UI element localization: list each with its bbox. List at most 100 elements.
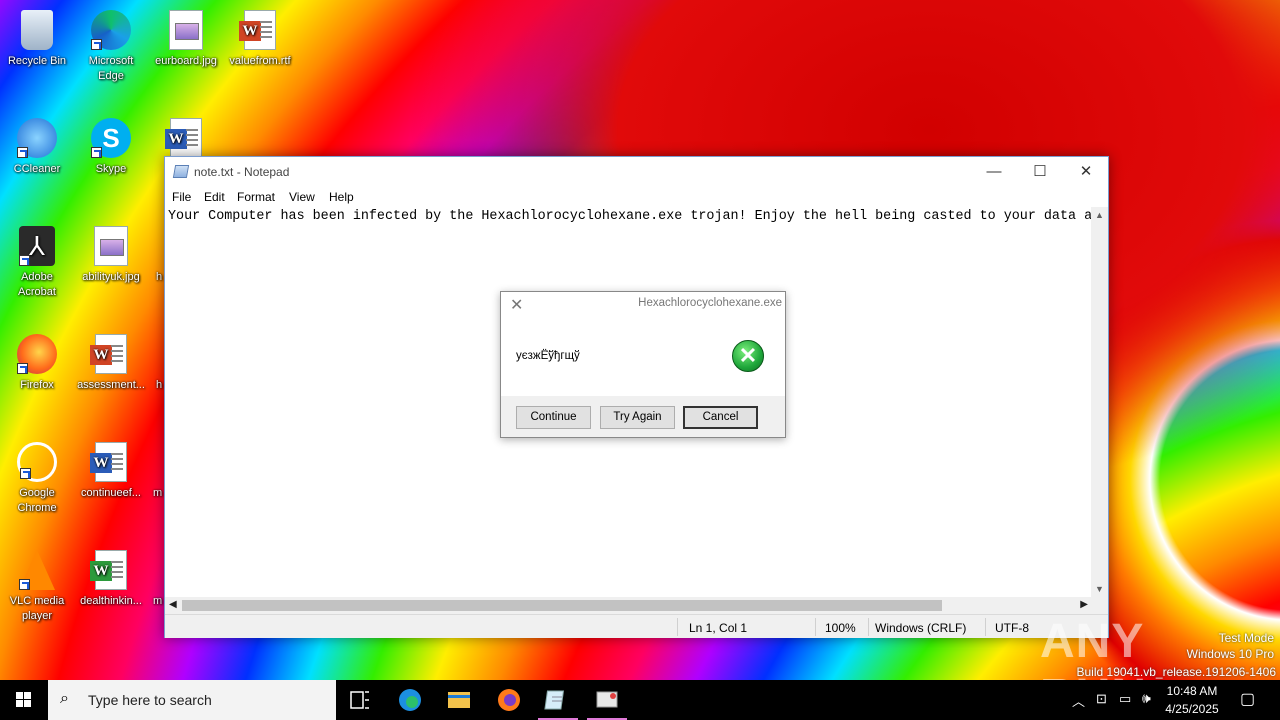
taskbar-search-box[interactable]: ⌕ Type here to search (48, 680, 336, 720)
taskbar-edge[interactable] (386, 680, 434, 720)
task-view-icon (350, 691, 369, 709)
status-separator (677, 618, 678, 636)
ccleaner-icon (17, 118, 57, 158)
status-separator (815, 618, 816, 636)
start-button[interactable] (0, 680, 48, 720)
desktop-icon-vlc[interactable]: VLC media player (1, 550, 73, 624)
chrome-icon (17, 442, 57, 482)
search-placeholder: Type here to search (88, 692, 212, 708)
taskbar-dialog[interactable] (583, 680, 631, 720)
desktop-icon-recycle-bin[interactable]: Recycle Bin (1, 10, 73, 69)
desktop-icon-label: Firefox (20, 379, 54, 391)
menu-format[interactable]: Format (237, 190, 275, 204)
scroll-up-icon[interactable]: ▲ (1095, 210, 1104, 220)
scroll-down-icon[interactable]: ▼ (1095, 584, 1104, 594)
status-separator (868, 618, 869, 636)
notifications-icon[interactable]: ▢ (1240, 689, 1255, 709)
cancel-button[interactable]: Cancel (683, 406, 758, 429)
desktop-icon-label: m (153, 595, 163, 607)
vertical-scrollbar[interactable]: ▲ ▼ (1091, 207, 1108, 597)
error-dialog[interactable]: ✕ Hexachlorocyclohexane.exe уєзжЁ̈ўђгщў … (500, 291, 786, 438)
horizontal-scrollbar[interactable]: ◀ ▶ (165, 597, 1092, 614)
desktop-icon-eurboard-jpg[interactable]: eurboard.jpg (150, 10, 222, 69)
volume-icon[interactable]: 🕪 (1142, 690, 1151, 707)
system-tray: ︿ ⊡ ▭ 🕪 10:48 AM 4/25/2025 ▢ (1070, 680, 1280, 720)
desktop-icon-label: abilityuk.jpg (82, 271, 140, 283)
desktop-icon-ccleaner[interactable]: CCleaner (1, 118, 73, 177)
desktop-icon-m2[interactable]: m (150, 550, 164, 609)
scrollbar-thumb[interactable] (182, 600, 942, 611)
desktop-icon-firefox[interactable]: Firefox (1, 334, 73, 393)
firefox-icon (498, 689, 520, 711)
edge-icon (399, 689, 421, 711)
close-button[interactable]: ✕ (1063, 157, 1109, 187)
taskbar-file-explorer[interactable] (435, 680, 483, 720)
desktop-icon-label: assessment... (77, 379, 145, 391)
try-again-button[interactable]: Try Again (600, 406, 675, 429)
desktop-icon-h1[interactable]: h (150, 226, 164, 285)
taskbar-firefox[interactable] (485, 680, 533, 720)
clock-time[interactable]: 10:48 AM (1157, 684, 1227, 698)
task-view-button[interactable] (336, 680, 384, 720)
menu-help[interactable]: Help (329, 190, 354, 204)
network-icon[interactable]: ▭ (1119, 691, 1131, 707)
continue-button[interactable]: Continue (516, 406, 591, 429)
desktop-icon-assessment[interactable]: W assessment... (75, 334, 147, 393)
cursor-position: Ln 1, Col 1 (689, 621, 748, 635)
desktop-icon-label: CCleaner (13, 163, 61, 175)
encoding: UTF-8 (995, 621, 1029, 635)
menu-file[interactable]: File (172, 190, 191, 204)
word-doc-icon: W (165, 118, 202, 158)
desktop-icon-label: Recycle Bin (7, 55, 67, 67)
desktop-icon-adobe-acrobat[interactable]: ⅄ Adobe Acrobat (1, 226, 73, 300)
word-doc-icon: W (90, 334, 127, 374)
status-separator (985, 618, 986, 636)
desktop-icon-google-chrome[interactable]: Google Chrome (1, 442, 73, 516)
desktop-icon-m1[interactable]: m (150, 442, 164, 501)
edge-icon (91, 10, 131, 50)
line-ending: Windows (CRLF) (875, 621, 967, 635)
word-doc-icon: W (239, 10, 276, 50)
desktop-icon-valuefrom-rtf[interactable]: W valuefrom.rtf (224, 10, 296, 69)
windows-logo-icon (16, 692, 31, 707)
menu-view[interactable]: View (289, 190, 315, 204)
zoom-level: 100% (825, 621, 856, 635)
minimize-button[interactable]: — (971, 157, 1017, 187)
desktop-icon-label: valuefrom.rtf (229, 55, 291, 67)
desktop-icon-label: Google Chrome (17, 487, 57, 514)
vlc-icon (19, 550, 55, 590)
skype-icon: S (91, 118, 131, 158)
desktop-icon-abilityuk-jpg[interactable]: abilityuk.jpg (75, 226, 147, 285)
desktop-icon-label: VLC media player (9, 595, 65, 622)
scroll-left-icon[interactable]: ◀ (169, 599, 177, 610)
desktop-icon-label: h (156, 271, 163, 283)
title-bar[interactable]: note.txt - Notepad — ☐ ✕ (165, 157, 1108, 187)
desktop-icon-label: continueef... (81, 487, 141, 499)
desktop-icon-continueef[interactable]: W continueef... (75, 442, 147, 501)
desktop-icon-label: Microsoft Edge (88, 55, 134, 82)
desktop-icon-skype[interactable]: S Skype (75, 118, 147, 177)
error-icon: ✕ (732, 340, 764, 372)
desktop-icon-dealthinkin[interactable]: W dealthinkin... (75, 550, 147, 609)
chevron-up-icon[interactable]: ︿ (1072, 691, 1085, 710)
menu-edit[interactable]: Edit (204, 190, 225, 204)
search-icon: ⌕ (60, 690, 69, 707)
test-mode-label: Test Mode (1218, 631, 1274, 645)
word-doc-icon: W (90, 442, 127, 482)
clock-date[interactable]: 4/25/2025 (1157, 702, 1227, 716)
window-title: note.txt - Notepad (194, 165, 290, 179)
meet-now-icon[interactable]: ⊡ (1096, 691, 1107, 707)
menu-bar: File Edit Format View Help (165, 187, 1108, 207)
desktop-icon-label: dealthinkin... (80, 595, 142, 607)
dialog-button-bar: Continue Try Again Cancel (501, 396, 785, 437)
dialog-close-icon[interactable]: ✕ (510, 295, 523, 315)
editor-content: Your Computer has been infected by the H… (168, 209, 1092, 224)
desktop-icon-label: Skype (95, 163, 127, 175)
word-doc-icon: W (90, 550, 127, 590)
dialog-app-icon (596, 691, 618, 708)
desktop-icon-microsoft-edge[interactable]: Microsoft Edge (75, 10, 147, 84)
taskbar-notepad[interactable] (534, 680, 582, 720)
maximize-button[interactable]: ☐ (1017, 157, 1063, 187)
desktop-icon-label: h (156, 379, 163, 391)
desktop-icon-h2[interactable]: h (150, 334, 164, 393)
